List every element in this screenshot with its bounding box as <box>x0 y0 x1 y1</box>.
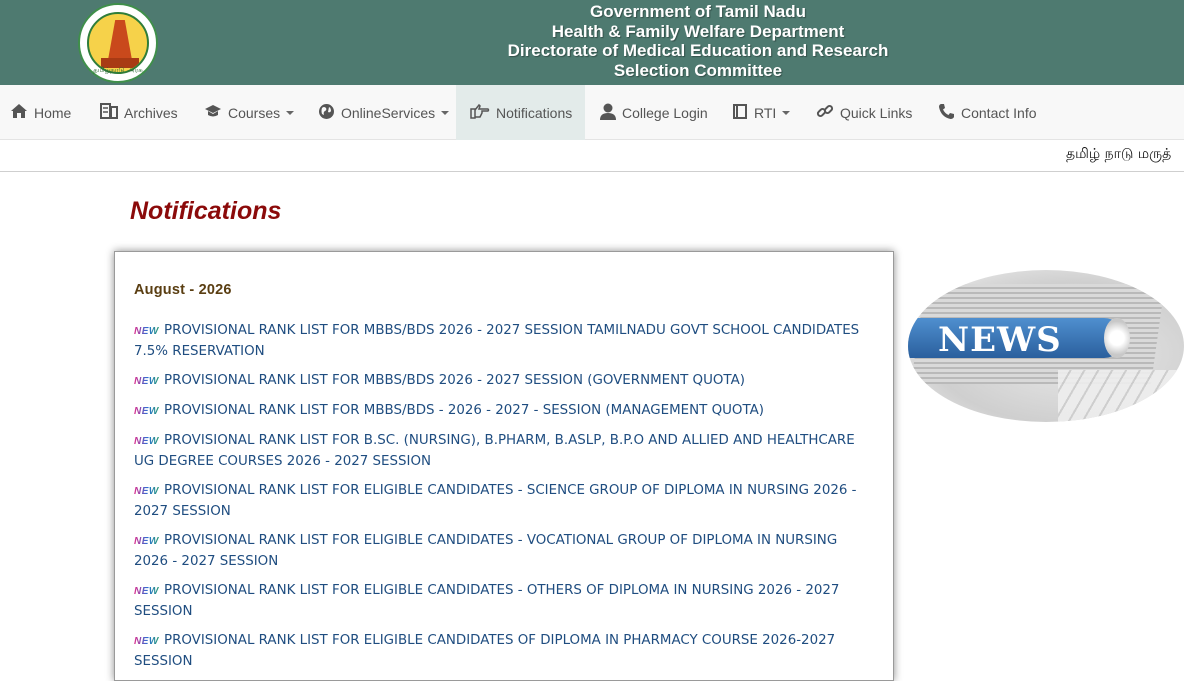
new-badge-icon: NEW <box>134 632 164 652</box>
newspaper-roll-icon <box>1104 318 1130 358</box>
header-title-directorate: Directorate of Medical Education and Res… <box>507 41 889 60</box>
notice-link-2[interactable]: NEW PROVISIONAL RANK LIST FOR MBBS/BDS 20… <box>134 371 874 392</box>
nav-label-contact-info: Contact Info <box>961 104 1037 121</box>
nav-item-courses[interactable]: Courses <box>204 85 295 140</box>
notice-text-2: PROVISIONAL RANK LIST FOR MBBS/BDS 2026 … <box>164 373 745 388</box>
page-title: Notifications <box>130 197 282 225</box>
chevron-down-icon <box>441 110 450 115</box>
archive-icon <box>100 103 118 122</box>
emblem-label: தமிழ்நாடு அரசு <box>93 66 143 74</box>
notice-text-5: PROVISIONAL RANK LIST FOR ELIGIBLE CANDI… <box>134 483 857 519</box>
keyboard-icon <box>1058 370 1184 422</box>
phone-icon <box>938 103 955 123</box>
nav-item-quick-links[interactable]: Quick Links <box>816 85 912 140</box>
new-badge-icon: NEW <box>134 432 164 452</box>
nav-label-online-services: OnlineServices <box>341 104 436 121</box>
notifications-panel: August - 2026 NEW PROVISIONAL RANK LIST F… <box>114 251 894 681</box>
header-title-government: Government of Tamil Nadu <box>590 2 806 21</box>
nav-item-rti[interactable]: RTI <box>732 85 791 140</box>
chevron-down-icon <box>782 110 791 115</box>
user-icon <box>600 103 616 123</box>
chevron-down-icon <box>286 110 295 115</box>
nav-item-college-login[interactable]: College Login <box>600 85 708 140</box>
new-badge-icon: NEW <box>134 322 164 342</box>
nav-item-home[interactable]: Home <box>10 85 71 140</box>
nav-item-archives[interactable]: Archives <box>100 85 178 140</box>
month-heading: August - 2026 <box>134 282 232 298</box>
notice-text-3: PROVISIONAL RANK LIST FOR MBBS/BDS - 202… <box>164 403 765 418</box>
new-badge-icon: NEW <box>134 482 164 502</box>
nav-label-rti: RTI <box>754 104 777 121</box>
link-icon <box>816 102 834 123</box>
notice-link-3[interactable]: NEW PROVISIONAL RANK LIST FOR MBBS/BDS - … <box>134 401 874 422</box>
notice-text-1: PROVISIONAL RANK LIST FOR MBBS/BDS 2026 … <box>134 323 860 359</box>
nav-label-courses: Courses <box>228 104 281 121</box>
notice-link-7[interactable]: NEW PROVISIONAL RANK LIST FOR ELIGIBLE CA… <box>134 581 874 622</box>
book-icon <box>732 103 748 123</box>
notice-text-4: PROVISIONAL RANK LIST FOR B.SC. (NURSING… <box>134 433 855 469</box>
notice-text-8: PROVISIONAL RANK LIST FOR ELIGIBLE CANDI… <box>134 633 836 669</box>
nav-label-archives: Archives <box>124 104 178 121</box>
site-header: தமிழ்நாடு அரசு Government of Tamil Nadu … <box>0 0 1184 85</box>
header-titles: Government of Tamil Nadu Health & Family… <box>478 2 918 80</box>
emblem-seal-icon <box>87 12 149 74</box>
news-illustration: NEWS <box>908 270 1184 422</box>
nav-item-contact-info[interactable]: Contact Info <box>938 85 1037 140</box>
graduation-cap-icon <box>204 104 222 121</box>
nav-label-notifications: Notifications <box>496 104 573 121</box>
header-title-department: Health & Family Welfare Department <box>551 21 845 41</box>
news-image-text: NEWS <box>938 320 1062 360</box>
announcement-marquee: தமிழ் நாடு மருத் <box>0 141 1184 172</box>
new-badge-icon: NEW <box>134 402 164 422</box>
marquee-text[interactable]: தமிழ் நாடு மருத் <box>1066 146 1171 164</box>
notice-text-7: PROVISIONAL RANK LIST FOR ELIGIBLE CANDI… <box>134 583 840 619</box>
home-icon <box>10 103 28 122</box>
notice-link-1[interactable]: NEW PROVISIONAL RANK LIST FOR MBBS/BDS 20… <box>134 321 874 362</box>
nav-label-home: Home <box>34 104 72 121</box>
globe-icon <box>318 103 335 123</box>
nav-item-notifications[interactable]: Notifications <box>456 85 585 140</box>
temple-tower-icon <box>108 20 132 60</box>
notice-link-4[interactable]: NEW PROVISIONAL RANK LIST FOR B.SC. (NURS… <box>134 431 874 472</box>
new-badge-icon: NEW <box>134 582 164 602</box>
hand-point-icon <box>470 103 490 122</box>
new-badge-icon: NEW <box>134 372 164 392</box>
nav-label-college-login: College Login <box>622 104 708 121</box>
tamil-nadu-emblem[interactable]: தமிழ்நாடு அரசு <box>78 3 158 83</box>
main-navigation: Home Archives Courses OnlineServices Not… <box>0 85 1184 140</box>
notice-text-6: PROVISIONAL RANK LIST FOR ELIGIBLE CANDI… <box>134 533 838 569</box>
notice-link-5[interactable]: NEW PROVISIONAL RANK LIST FOR ELIGIBLE CA… <box>134 481 874 522</box>
nav-item-online-services[interactable]: OnlineServices <box>318 85 450 140</box>
new-badge-icon: NEW <box>134 532 164 552</box>
header-title-committee: Selection Committee <box>613 60 783 80</box>
nav-label-quick-links: Quick Links <box>840 104 913 121</box>
notice-link-6[interactable]: NEW PROVISIONAL RANK LIST FOR ELIGIBLE CA… <box>134 531 874 572</box>
